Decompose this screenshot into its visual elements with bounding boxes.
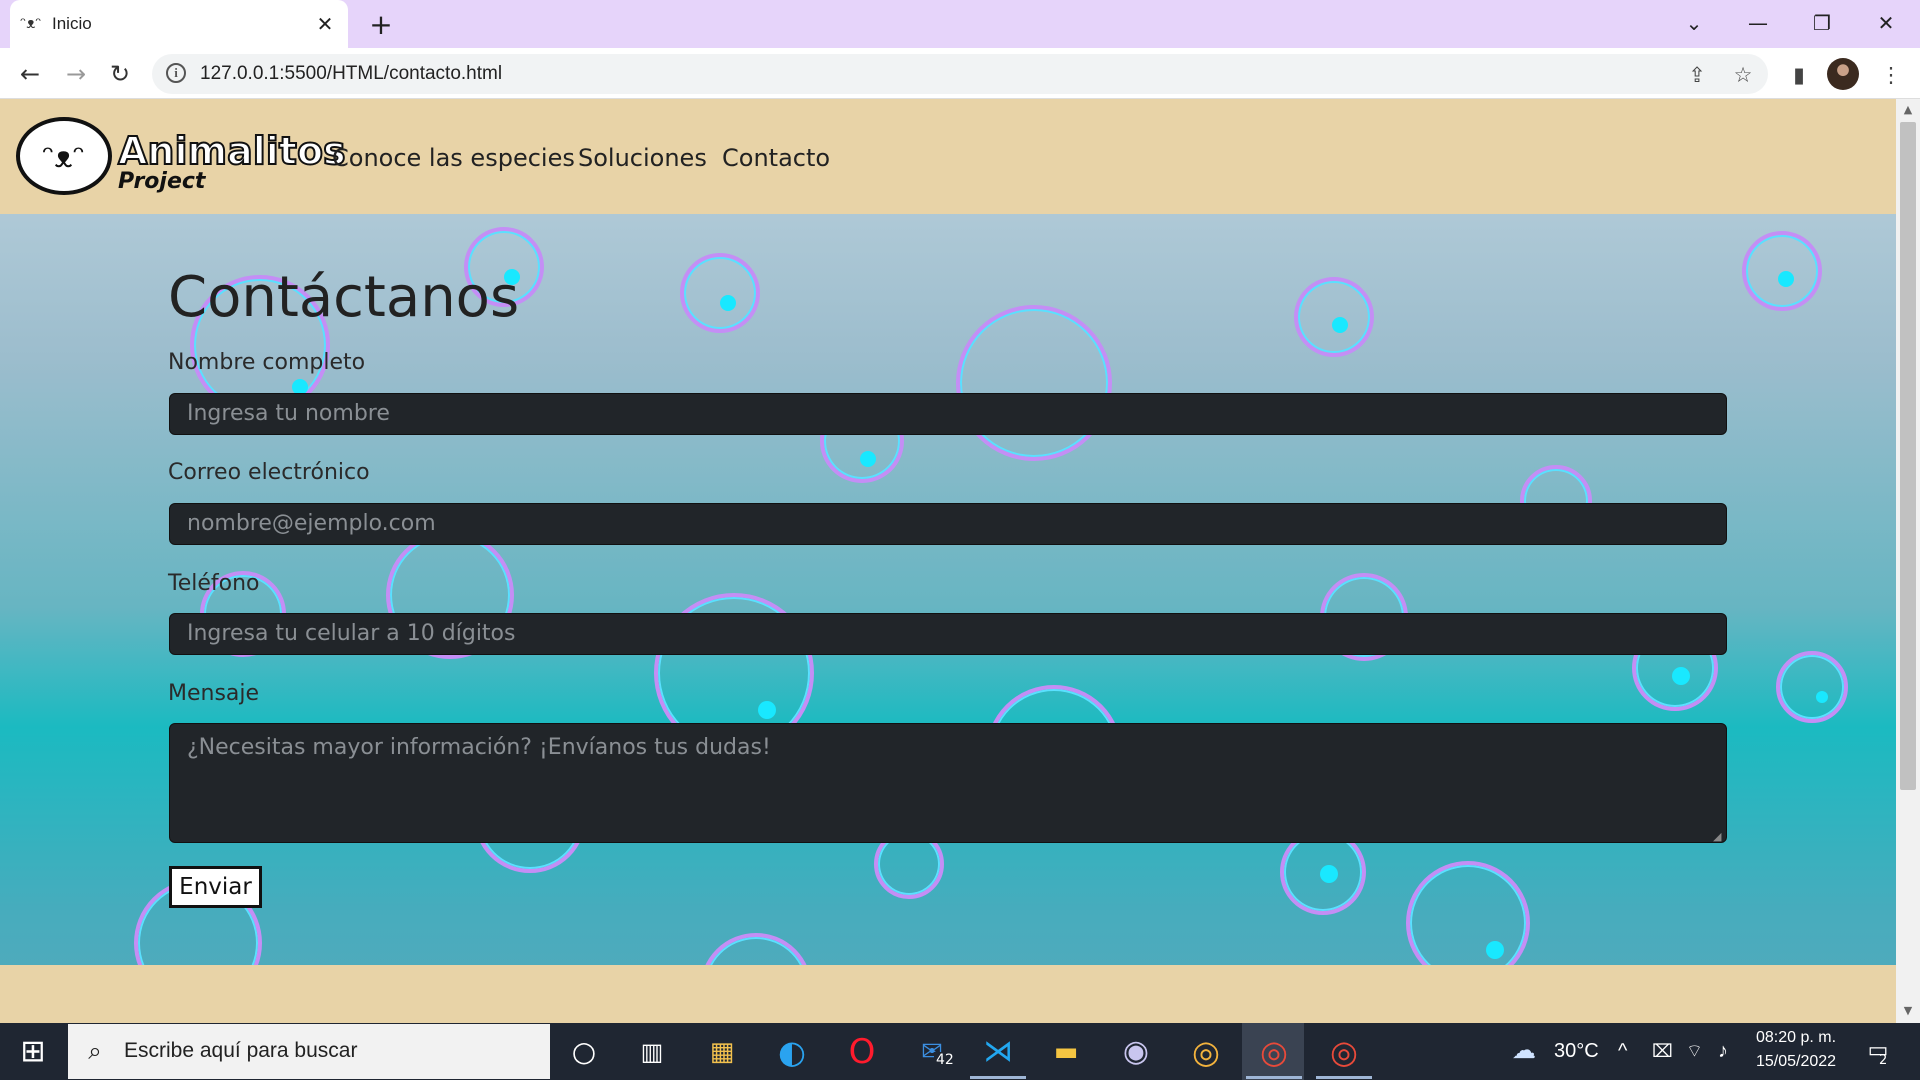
weather-cloud-icon[interactable]: ☁ — [1512, 1038, 1536, 1064]
bubble-dot — [758, 701, 776, 719]
bubble-decoration — [1294, 277, 1374, 357]
search-icon: ⌕ — [88, 1037, 102, 1065]
microsoft-store-icon[interactable]: ▦ — [700, 1030, 744, 1074]
page-title: Contáctanos — [168, 265, 520, 330]
scrollbar-thumb[interactable] — [1900, 122, 1916, 790]
vscode-icon[interactable]: ⋊ — [976, 1030, 1020, 1074]
bubble-decoration — [680, 253, 760, 333]
chrome-profile-2-icon[interactable]: ◎ — [1322, 1030, 1366, 1074]
bookmark-star-icon[interactable]: ☆ — [1728, 60, 1758, 90]
new-tab-button[interactable]: + — [364, 8, 398, 42]
logo-title[interactable]: Animalitos — [117, 130, 347, 172]
window-close-button[interactable]: ✕ — [1858, 6, 1914, 40]
message-textarea[interactable]: ¿Necesitas mayor información? ¡Envíanos … — [169, 723, 1727, 843]
site-info-icon[interactable]: i — [166, 63, 186, 83]
tab-search-icon[interactable]: ⌄ — [1666, 6, 1722, 40]
url-text[interactable]: 127.0.0.1:5500/HTML/contacto.html — [200, 62, 502, 86]
chrome-icon[interactable]: ◎ — [1184, 1030, 1228, 1074]
file-explorer-icon[interactable]: ▬ — [1044, 1030, 1088, 1074]
share-icon[interactable]: ⇪ — [1682, 60, 1712, 90]
nav-link-especies[interactable]: Conoce las especies — [332, 143, 575, 173]
mail-badge: 42 — [934, 1052, 956, 1068]
bubble-dot — [1816, 691, 1828, 703]
bubble-dot — [720, 295, 736, 311]
submit-button[interactable]: Enviar — [169, 866, 262, 908]
scroll-down-icon[interactable]: ▼ — [1898, 1004, 1918, 1017]
nav-link-contacto[interactable]: Contacto — [722, 143, 830, 173]
logo-subtitle: Project — [118, 169, 206, 194]
eclipse-icon[interactable]: ◉ — [1114, 1030, 1158, 1074]
taskbar-search-placeholder[interactable]: Escribe aquí para buscar — [124, 1038, 357, 1064]
tray-chevron-icon[interactable]: ^ — [1618, 1038, 1627, 1064]
wifi-icon[interactable]: ⌔ — [1686, 1038, 1703, 1064]
clock-time[interactable]: 08:20 p. m. — [1756, 1028, 1836, 1048]
minimize-button[interactable]: — — [1730, 6, 1786, 40]
bubble-dot — [1320, 865, 1338, 883]
site-footer — [0, 965, 1896, 1023]
running-indicator — [970, 1076, 1026, 1079]
bubble-dot — [1332, 317, 1348, 333]
running-indicator — [1316, 1076, 1372, 1079]
running-indicator — [1246, 1076, 1302, 1079]
textarea-resize-handle[interactable]: ◢ — [1713, 831, 1725, 843]
bubble-dot — [860, 451, 876, 467]
clock-date[interactable]: 15/05/2022 — [1756, 1052, 1836, 1072]
browser-menu-icon[interactable]: ⋮ — [1876, 60, 1906, 90]
side-panel-icon[interactable]: ▮ — [1784, 60, 1814, 90]
edge-browser-icon[interactable]: ◐ — [770, 1030, 814, 1074]
name-label: Nombre completo — [168, 350, 366, 375]
bubble-decoration — [1776, 651, 1848, 723]
name-input[interactable]: Ingresa tu nombre — [169, 393, 1727, 435]
weather-temperature[interactable]: 30°C — [1554, 1038, 1599, 1064]
phone-label: Teléfono — [168, 571, 260, 596]
restore-button[interactable]: ❐ — [1794, 6, 1850, 40]
notification-center-icon[interactable]: ▭ — [1862, 1036, 1894, 1066]
bubble-dot — [1486, 941, 1504, 959]
bubble-dot — [1672, 667, 1690, 685]
tab-title: Inicio — [52, 14, 92, 33]
paw-favicon-icon: ᵔᴥᵔ — [20, 14, 42, 32]
task-view-icon[interactable]: ▥ — [630, 1030, 674, 1074]
message-label: Mensaje — [168, 681, 260, 706]
email-label: Correo electrónico — [168, 460, 370, 485]
cortana-icon[interactable]: ○ — [562, 1030, 606, 1074]
nav-link-soluciones[interactable]: Soluciones — [578, 143, 707, 173]
notification-count: 2 — [1879, 1053, 1888, 1068]
profile-avatar[interactable] — [1827, 58, 1859, 90]
back-button[interactable]: ← — [12, 56, 48, 92]
page-viewport: ᵔᴥᵔ Animalitos Project Conoce las especi… — [0, 99, 1896, 1023]
phone-input[interactable]: Ingresa tu celular a 10 dígitos — [169, 613, 1727, 655]
tab-close-icon[interactable]: ✕ — [311, 10, 339, 38]
windows-start-icon[interactable]: ⊞ — [0, 1023, 66, 1080]
email-input[interactable]: nombre@ejemplo.com — [169, 503, 1727, 545]
bubble-decoration — [956, 305, 1112, 461]
meet-now-icon[interactable]: ⌧ — [1652, 1038, 1673, 1064]
logo-face: ᵔᴥᵔ — [42, 140, 86, 175]
volume-icon[interactable]: ♪ — [1718, 1038, 1728, 1064]
opera-browser-icon[interactable]: O — [840, 1030, 884, 1074]
scroll-up-icon[interactable]: ▲ — [1898, 103, 1918, 116]
chrome-profile-icon[interactable]: ◎ — [1252, 1030, 1296, 1074]
reload-button[interactable]: ↻ — [102, 56, 138, 92]
bubble-dot — [1778, 271, 1794, 287]
forward-button[interactable]: → — [58, 56, 94, 92]
